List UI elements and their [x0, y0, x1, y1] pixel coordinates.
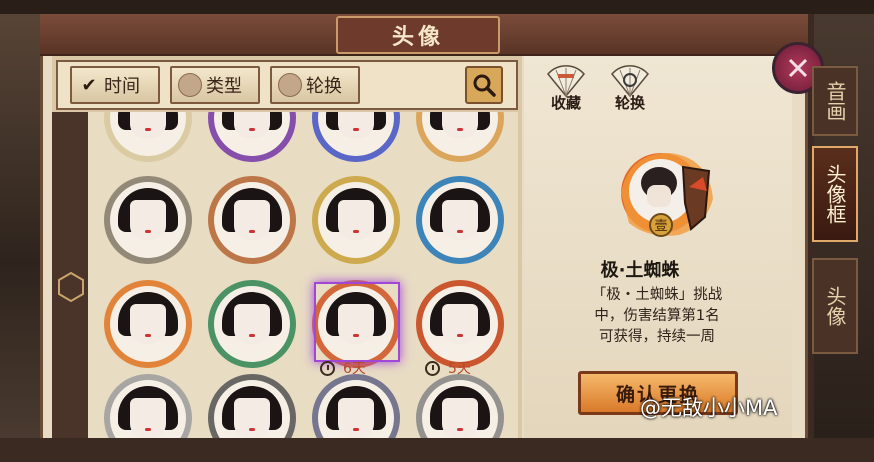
avatar-mouth	[457, 428, 463, 431]
avatar-mouth	[145, 230, 151, 233]
avatar-face	[442, 200, 478, 240]
avatar-item[interactable]	[312, 176, 400, 264]
frame-preview: 壹	[621, 153, 713, 237]
avatar-mouth	[457, 230, 463, 233]
tab-type[interactable]: 类型	[170, 66, 260, 104]
timer-label: 5天	[425, 358, 471, 378]
description-line: 中，伤害结算第1名	[594, 308, 720, 324]
avatar-item[interactable]	[104, 374, 192, 438]
avatar-portrait	[318, 380, 394, 438]
avatar-mouth	[353, 230, 359, 233]
tab-label: 类型	[206, 76, 242, 97]
side-tab-avatar-frame[interactable]: 头像框	[812, 146, 858, 242]
watermark: @无敌小小MA	[640, 396, 778, 420]
tab-label: 时间	[104, 76, 140, 97]
checkmark-icon: ✔	[81, 74, 97, 96]
tab-time[interactable]: ✔ 时间	[70, 66, 160, 104]
timer-text: 6天	[343, 361, 366, 377]
item-name: 极·土蜘蛛	[600, 260, 680, 281]
avatar-mouth	[145, 428, 151, 431]
avatar-portrait	[422, 286, 498, 362]
avatar-item[interactable]	[416, 176, 504, 264]
avatar-portrait	[214, 380, 290, 438]
close-icon	[788, 58, 808, 78]
top-strip	[0, 0, 874, 14]
avatar-mouth	[145, 128, 151, 131]
avatar-item[interactable]	[208, 176, 296, 264]
avatar-face	[234, 398, 270, 438]
avatar-face	[234, 304, 270, 344]
tab-rotation[interactable]: 轮换	[270, 66, 360, 104]
side-tab-avatar[interactable]: 头像	[812, 258, 858, 354]
avatar-face	[338, 200, 374, 240]
badge-text: 壹	[654, 219, 667, 234]
avatar-face	[130, 304, 166, 344]
description-line: 「极・土蜘蛛」挑战	[591, 287, 723, 303]
clock-icon	[425, 360, 440, 376]
avatar-mouth	[353, 128, 359, 131]
avatar-portrait	[110, 286, 186, 362]
avatar-face	[442, 398, 478, 438]
avatar-item[interactable]	[416, 280, 504, 368]
avatar-portrait	[110, 182, 186, 258]
avatar-mouth	[145, 334, 151, 337]
avatar-item[interactable]	[416, 374, 504, 438]
avatar-face	[442, 304, 478, 344]
page-title: 头像	[336, 16, 500, 54]
avatar-face	[338, 398, 374, 438]
avatar-portrait	[318, 182, 394, 258]
selection-highlight	[314, 282, 400, 362]
avatar-mouth	[457, 128, 463, 131]
avatar-portrait	[422, 182, 498, 258]
avatar-mouth	[457, 334, 463, 337]
hexagon-icon	[58, 272, 84, 302]
avatar-item[interactable]	[104, 280, 192, 368]
rotation-label[interactable]: 轮换	[603, 92, 657, 113]
avatar-item[interactable]	[208, 280, 296, 368]
avatar-face	[130, 398, 166, 438]
timer-text: 5天	[448, 361, 471, 377]
side-tab-audio-visual[interactable]: 音画	[812, 66, 858, 136]
avatar-mouth	[353, 428, 359, 431]
avatar-portrait	[422, 380, 498, 438]
radio-circle-icon	[178, 73, 202, 97]
avatar-mouth	[249, 428, 255, 431]
avatar-portrait	[214, 286, 290, 362]
avatar-portrait	[110, 380, 186, 438]
avatar-item[interactable]	[208, 374, 296, 438]
avatar-item[interactable]	[104, 176, 192, 264]
avatar-item[interactable]	[312, 374, 400, 438]
search-icon	[473, 74, 496, 97]
avatar-face	[234, 200, 270, 240]
timer-label: 6天	[320, 358, 366, 378]
favorite-label[interactable]: 收藏	[539, 92, 593, 113]
avatar-portrait	[214, 182, 290, 258]
tab-label: 轮换	[306, 76, 342, 97]
radio-circle-icon	[278, 73, 302, 97]
clock-icon	[320, 360, 335, 376]
avatar-mouth	[249, 334, 255, 337]
avatar-face	[130, 200, 166, 240]
description-line: 可获得，持续一周	[599, 329, 715, 345]
avatar-mouth	[249, 128, 255, 131]
avatar-mouth	[249, 230, 255, 233]
item-description: 「极・土蜘蛛」挑战 中，伤害结算第1名 可获得，持续一周	[572, 285, 742, 348]
search-button[interactable]	[465, 66, 503, 104]
